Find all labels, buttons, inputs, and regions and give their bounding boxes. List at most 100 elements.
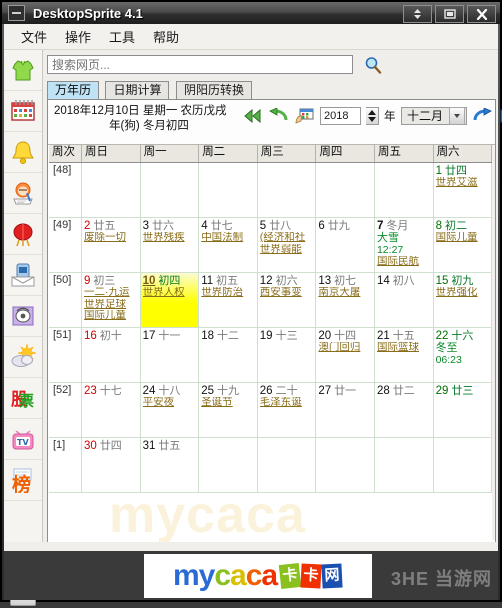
- menu-tools[interactable]: 工具: [100, 25, 144, 48]
- calendar-day-cell[interactable]: 15初九世界强化: [434, 273, 493, 327]
- menu-help[interactable]: 帮助: [144, 25, 188, 48]
- calendar-day-cell[interactable]: [199, 438, 258, 492]
- event-link[interactable]: 澳门回归: [318, 342, 372, 354]
- calendar-day-cell[interactable]: [375, 163, 434, 217]
- event-link[interactable]: 世界强化: [436, 287, 490, 299]
- prev-year-button[interactable]: [242, 105, 263, 126]
- event-link[interactable]: 国际篮球: [377, 342, 431, 354]
- rollup-button[interactable]: [403, 5, 432, 23]
- event-link[interactable]: 平安夜: [143, 397, 197, 409]
- calendar-day-cell[interactable]: [316, 438, 375, 492]
- sidebar-item-dressup[interactable]: [4, 50, 42, 91]
- sidebar-item-notes[interactable]: [4, 173, 42, 214]
- calendar-day-cell[interactable]: 14初八: [375, 273, 434, 327]
- calendar-day-cell[interactable]: 9初三一二·九运世界足球国际儿童: [82, 273, 141, 327]
- event-link[interactable]: 国际儿童: [84, 310, 138, 322]
- calendar-day-cell[interactable]: 4廿七中国法制: [199, 218, 258, 272]
- tab-lunar-convert[interactable]: 阴阳历转换: [176, 81, 252, 99]
- calendar-day-cell[interactable]: [199, 163, 258, 217]
- calendar-day-cell[interactable]: 10初四世界人权: [141, 273, 200, 327]
- event-link[interactable]: 一二·九运: [84, 287, 138, 299]
- calendar-day-cell[interactable]: 25十九圣诞节: [199, 383, 258, 437]
- event-link[interactable]: 世界残疾: [143, 232, 197, 244]
- event-link[interactable]: 废除一切: [84, 232, 138, 244]
- calendar-day-cell[interactable]: 23十七: [82, 383, 141, 437]
- event-link[interactable]: 毛泽东诞: [260, 397, 314, 409]
- search-button[interactable]: [362, 54, 384, 76]
- calendar-day-cell[interactable]: 5廿八(经济和社世界弱能: [258, 218, 317, 272]
- calendar-day-cell[interactable]: 12初六西安事变: [258, 273, 317, 327]
- calendar-day-cell[interactable]: [316, 163, 375, 217]
- event-link[interactable]: 国际儿童: [436, 232, 490, 244]
- menu-operation[interactable]: 操作: [56, 25, 100, 48]
- event-link[interactable]: 世界弱能: [260, 244, 314, 256]
- calendar-day-cell[interactable]: [434, 438, 493, 492]
- calendar-day-cell[interactable]: 20十四澳门回归: [316, 328, 375, 382]
- maximize-button[interactable]: [435, 5, 464, 23]
- calendar-rows: [48]1廿四世界艾滋[49]2廿五废除一切3廿六世界残疾4廿七中国法制5廿八(…: [49, 163, 494, 493]
- sidebar-item-reminder[interactable]: [4, 132, 42, 173]
- sidebar-item-calendar[interactable]: [4, 91, 42, 132]
- calendar-day-cell[interactable]: [141, 163, 200, 217]
- calendar-day-cell[interactable]: 21十五国际篮球: [375, 328, 434, 382]
- calendar-day-cell[interactable]: [258, 438, 317, 492]
- tab-date-calc[interactable]: 日期计算: [105, 81, 169, 99]
- next-year-button[interactable]: [498, 105, 502, 126]
- calendar-day-cell[interactable]: 6廿九: [316, 218, 375, 272]
- prev-month-button[interactable]: [268, 105, 289, 126]
- day-number-line: 16初十: [84, 329, 138, 342]
- calendar-day-cell[interactable]: 19十三: [258, 328, 317, 382]
- event-link[interactable]: 世界足球: [84, 299, 138, 311]
- calendar-day-cell[interactable]: 2廿五废除一切: [82, 218, 141, 272]
- sidebar-item-sms[interactable]: [4, 255, 42, 296]
- year-spinner[interactable]: [366, 107, 379, 125]
- month-select[interactable]: 十二月: [401, 107, 467, 125]
- sidebar-item-rank[interactable]: 榜: [4, 460, 42, 501]
- event-link[interactable]: 世界艾滋: [436, 177, 490, 189]
- sidebar-item-phone[interactable]: [4, 296, 42, 337]
- calendar-day-cell[interactable]: 29廿三: [434, 383, 493, 437]
- calendar-day-cell[interactable]: 7冬月大雪12:27国际民航: [375, 218, 434, 272]
- next-month-button[interactable]: [472, 105, 493, 126]
- event-link[interactable]: 世界人权: [143, 287, 197, 299]
- sidebar-item-tv[interactable]: TV: [4, 419, 42, 460]
- calendar-day-cell[interactable]: [375, 438, 434, 492]
- calendar-day-cell[interactable]: 18十二: [199, 328, 258, 382]
- calendar-day-cell[interactable]: 30廿四: [82, 438, 141, 492]
- calendar-day-cell[interactable]: 27廿一: [316, 383, 375, 437]
- today-button[interactable]: [294, 105, 315, 126]
- sidebar-item-festival[interactable]: [4, 214, 42, 255]
- calendar-day-cell[interactable]: 8初二国际儿童: [434, 218, 493, 272]
- tv-icon: TV: [10, 426, 36, 452]
- close-button[interactable]: [467, 5, 496, 23]
- calendar-day-cell[interactable]: 22十六冬至06:23: [434, 328, 493, 382]
- tab-perpetual-calendar[interactable]: 万年历: [47, 81, 99, 99]
- calendar-day-cell[interactable]: [258, 163, 317, 217]
- event-link[interactable]: 圣诞节: [201, 397, 255, 409]
- day-number-line: 21十五: [377, 329, 431, 342]
- calendar-day-cell[interactable]: 3廿六世界残疾: [141, 218, 200, 272]
- calendar-day-cell[interactable]: 28廿二: [375, 383, 434, 437]
- calendar-day-cell[interactable]: 17十一: [141, 328, 200, 382]
- sidebar-item-weather[interactable]: [4, 337, 42, 378]
- menu-file[interactable]: 文件: [12, 25, 56, 48]
- calendar-day-cell[interactable]: 26二十毛泽东诞: [258, 383, 317, 437]
- calendar-day-cell[interactable]: [82, 163, 141, 217]
- sidebar-item-stock[interactable]: 股 票: [4, 378, 42, 419]
- calendar-day-cell[interactable]: 31廿五: [141, 438, 200, 492]
- event-link[interactable]: 世界防治: [201, 287, 255, 299]
- calendar-vertical-scrollbar[interactable]: [492, 145, 495, 540]
- calendar-day-cell[interactable]: 24十八平安夜: [141, 383, 200, 437]
- event-link[interactable]: 西安事变: [260, 287, 314, 299]
- calendar-day-cell[interactable]: 13初七南京大屠: [316, 273, 375, 327]
- search-input[interactable]: [47, 55, 353, 74]
- calendar-day-cell[interactable]: 1廿四世界艾滋: [434, 163, 493, 217]
- event-link[interactable]: 国际民航: [377, 256, 431, 268]
- year-input[interactable]: 2018: [320, 107, 361, 125]
- event-link[interactable]: (经济和社: [260, 232, 314, 244]
- event-link[interactable]: 中国法制: [201, 232, 255, 244]
- event-link[interactable]: 南京大屠: [318, 287, 372, 299]
- calendar-day-cell[interactable]: 11初五世界防治: [199, 273, 258, 327]
- chevron-down-icon[interactable]: [449, 107, 465, 125]
- calendar-day-cell[interactable]: 16初十: [82, 328, 141, 382]
